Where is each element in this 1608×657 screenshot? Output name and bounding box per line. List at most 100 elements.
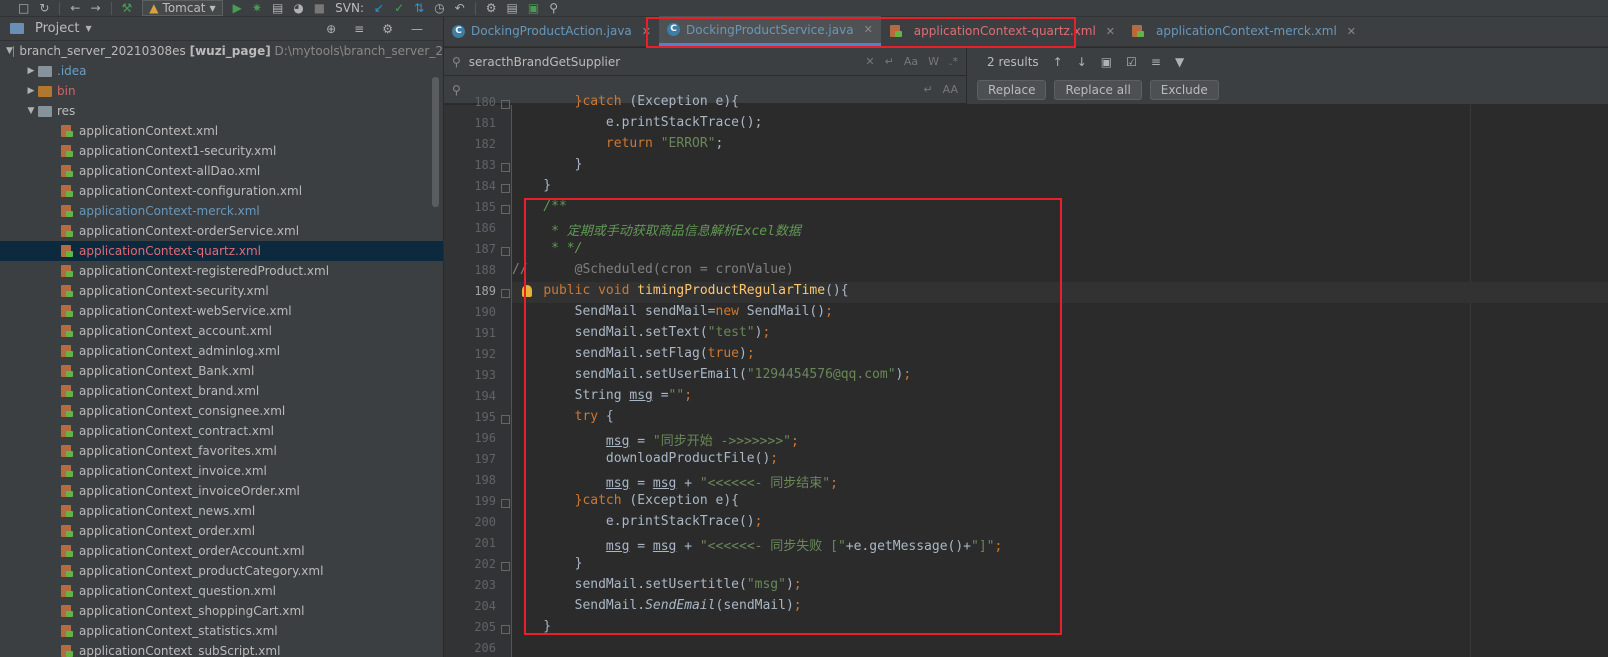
tree-file[interactable]: applicationContext_statistics.xml bbox=[0, 621, 443, 641]
collapse-all-icon[interactable]: ≡ bbox=[354, 22, 364, 36]
tab-docking-product-action[interactable]: C DockingProductAction.java ✕ bbox=[444, 16, 659, 46]
tree-file[interactable]: applicationContext-registeredProduct.xml bbox=[0, 261, 443, 281]
tree-folder[interactable]: ▶ bin bbox=[0, 81, 443, 101]
fold-marker-icon[interactable] bbox=[501, 415, 510, 424]
lightbulb-icon[interactable] bbox=[522, 285, 532, 297]
tree-file[interactable]: applicationContext-allDao.xml bbox=[0, 161, 443, 181]
fold-marker-icon[interactable] bbox=[501, 205, 510, 214]
settings-wrench-icon[interactable]: ⚙ bbox=[486, 1, 497, 15]
filter-icon[interactable]: ▼ bbox=[1175, 55, 1184, 69]
expand-arrow-icon[interactable]: ▼ bbox=[6, 46, 13, 56]
close-icon[interactable]: ✕ bbox=[1347, 25, 1356, 38]
newline-icon[interactable]: ↵ bbox=[923, 83, 932, 96]
forward-icon[interactable]: → bbox=[90, 1, 100, 15]
tab-application-context-quartz[interactable]: applicationContext-quartz.xml ✕ bbox=[881, 16, 1123, 46]
tree-file[interactable]: applicationContext_brand.xml bbox=[0, 381, 443, 401]
match-case-icon[interactable]: Aa bbox=[904, 55, 918, 68]
tree-file[interactable]: applicationContext_Bank.xml bbox=[0, 361, 443, 381]
clear-icon[interactable]: ✕ bbox=[865, 55, 874, 68]
tree-root[interactable]: ▼ branch_server_20210308es [wuzi_page] D… bbox=[0, 41, 443, 61]
revert-icon[interactable]: ↶ bbox=[455, 1, 465, 15]
fold-marker-icon[interactable] bbox=[501, 289, 510, 298]
fold-marker-icon[interactable] bbox=[501, 625, 510, 634]
tree-file[interactable]: applicationContext_productCategory.xml bbox=[0, 561, 443, 581]
minimize-icon[interactable]: — bbox=[411, 22, 423, 36]
tree-file[interactable]: applicationContext.xml bbox=[0, 121, 443, 141]
chevron-down-icon[interactable]: ▼ bbox=[85, 24, 91, 33]
tree-folder[interactable]: ▼ res bbox=[0, 101, 443, 121]
project-structure-icon[interactable]: ▤ bbox=[507, 1, 518, 15]
tree-file[interactable]: applicationContext_orderAccount.xml bbox=[0, 541, 443, 561]
replace-all-button[interactable]: Replace all bbox=[1054, 80, 1142, 100]
tree-file[interactable]: applicationContext_invoiceOrder.xml bbox=[0, 481, 443, 501]
fold-marker-icon[interactable] bbox=[501, 163, 510, 172]
svn-update-icon[interactable]: ↙ bbox=[374, 1, 384, 15]
collapsed-arrow-icon[interactable]: ▶ bbox=[24, 86, 38, 96]
tree-file-selected[interactable]: applicationContext-quartz.xml bbox=[0, 241, 443, 261]
close-icon[interactable]: ✕ bbox=[642, 25, 651, 38]
tree-file[interactable]: applicationContext_account.xml bbox=[0, 321, 443, 341]
search-icon[interactable]: ⚲ bbox=[549, 1, 558, 15]
arrow-up-icon[interactable]: ↑ bbox=[1053, 55, 1063, 69]
exclude-button[interactable]: Exclude bbox=[1149, 80, 1219, 100]
tab-docking-product-service[interactable]: C DockingProductService.java ✕ bbox=[659, 16, 881, 46]
locate-target-icon[interactable]: ⊕ bbox=[326, 22, 336, 36]
profile-icon[interactable]: ◕ bbox=[293, 1, 303, 15]
multiline-icon[interactable]: ≡ bbox=[1151, 55, 1161, 69]
fold-marker-icon[interactable] bbox=[501, 562, 510, 571]
arrow-down-icon[interactable]: ↓ bbox=[1077, 55, 1087, 69]
sync-icon[interactable]: ↻ bbox=[39, 1, 49, 15]
debug-icon[interactable]: ✷ bbox=[252, 1, 262, 15]
newline-icon[interactable]: ↵ bbox=[885, 55, 894, 68]
svn-compare-icon[interactable]: ⇅ bbox=[414, 1, 424, 15]
gear-icon[interactable]: ⚙ bbox=[382, 22, 393, 36]
preserve-case-icon[interactable]: AA bbox=[943, 83, 958, 96]
terminal-icon[interactable]: ▣ bbox=[528, 1, 539, 15]
fold-marker-icon[interactable] bbox=[501, 184, 510, 193]
history-icon[interactable]: ◷ bbox=[434, 1, 444, 15]
open-in-window-icon[interactable]: ▣ bbox=[1101, 55, 1112, 69]
search-input[interactable]: ⚲ seracthBrandGetSupplier ✕ ↵ Aa W .* bbox=[444, 48, 967, 76]
fold-marker-icon[interactable] bbox=[501, 100, 510, 109]
tree-folder[interactable]: ▶ .idea bbox=[0, 61, 443, 81]
tree-file[interactable]: applicationContext_consignee.xml bbox=[0, 401, 443, 421]
tree-file[interactable]: applicationContext1-security.xml bbox=[0, 141, 443, 161]
file-label: applicationContext-security.xml bbox=[79, 284, 269, 298]
tab-application-context-merck[interactable]: applicationContext-merck.xml ✕ bbox=[1123, 16, 1364, 46]
coverage-icon[interactable]: ▤ bbox=[272, 1, 283, 15]
regex-icon[interactable]: .* bbox=[949, 55, 958, 68]
back-icon[interactable]: ← bbox=[70, 1, 80, 15]
run-config-select[interactable]: ▲ Tomcat ▼ bbox=[142, 0, 223, 16]
svn-commit-icon[interactable]: ✓ bbox=[394, 1, 404, 15]
close-icon[interactable]: ✕ bbox=[1106, 25, 1115, 38]
fold-marker-icon[interactable] bbox=[501, 499, 510, 508]
replace-button[interactable]: Replace bbox=[977, 80, 1047, 100]
whole-word-icon[interactable]: W bbox=[928, 55, 939, 68]
tree-file[interactable]: applicationContext-orderService.xml bbox=[0, 221, 443, 241]
tree-file[interactable]: applicationContext-webService.xml bbox=[0, 301, 443, 321]
tree-file[interactable]: applicationContext_order.xml bbox=[0, 521, 443, 541]
tree-scrollbar[interactable] bbox=[432, 77, 439, 207]
tree-file[interactable]: applicationContext_adminlog.xml bbox=[0, 341, 443, 361]
stop-icon[interactable]: ■ bbox=[314, 1, 325, 15]
project-title[interactable]: Project bbox=[35, 21, 79, 36]
tree-file[interactable]: applicationContext_question.xml bbox=[0, 581, 443, 601]
tree-file[interactable]: applicationContext_shoppingCart.xml bbox=[0, 601, 443, 621]
tree-file[interactable]: applicationContext_invoice.xml bbox=[0, 461, 443, 481]
expand-arrow-icon[interactable]: ▼ bbox=[24, 106, 38, 116]
project-tree: ▼ branch_server_20210308es [wuzi_page] D… bbox=[0, 41, 443, 657]
fold-marker-icon[interactable] bbox=[501, 247, 510, 256]
tree-file[interactable]: applicationContext-configuration.xml bbox=[0, 181, 443, 201]
tree-file[interactable]: applicationContext_subScript.xml bbox=[0, 641, 443, 657]
select-all-occurrences-icon[interactable]: ☑ bbox=[1126, 55, 1137, 69]
save-icon[interactable]: □ bbox=[18, 1, 29, 15]
tree-file[interactable]: applicationContext_news.xml bbox=[0, 501, 443, 521]
collapsed-arrow-icon[interactable]: ▶ bbox=[24, 66, 38, 76]
tree-file[interactable]: applicationContext-security.xml bbox=[0, 281, 443, 301]
tree-file[interactable]: applicationContext-merck.xml bbox=[0, 201, 443, 221]
run-icon[interactable]: ▶ bbox=[233, 1, 242, 15]
tree-file[interactable]: applicationContext_contract.xml bbox=[0, 421, 443, 441]
build-hammer-icon[interactable]: ⚒ bbox=[122, 1, 133, 15]
tree-file[interactable]: applicationContext_favorites.xml bbox=[0, 441, 443, 461]
close-icon[interactable]: ✕ bbox=[864, 23, 873, 36]
